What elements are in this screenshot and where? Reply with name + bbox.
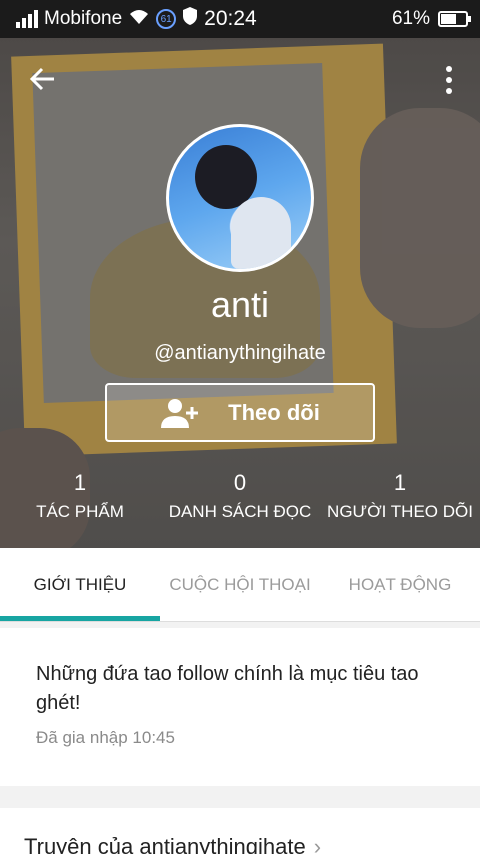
battery-icon — [438, 11, 471, 27]
stat-reading-lists[interactable]: 0 DANH SÁCH ĐỌC — [160, 470, 320, 522]
person-plus-icon — [160, 397, 200, 429]
status-bar: Mobifone 61 20:24 61% — [0, 0, 480, 38]
joined-date: Đã gia nhập 10:45 — [36, 728, 175, 747]
profile-tabs: GIỚI THIỆU CUỘC HỘI THOẠI HOẠT ĐỘNG — [0, 548, 480, 622]
stat-followers[interactable]: 1 NGƯỜI THEO DÕI — [320, 470, 480, 522]
stories-section-header[interactable]: Truyện của antianythingihate › — [0, 808, 480, 854]
profile-handle: @antianythingihate — [154, 342, 326, 364]
avatar[interactable] — [166, 124, 314, 272]
stories-heading: Truyện của antianythingihate — [24, 834, 306, 854]
tab-about[interactable]: GIỚI THIỆU — [0, 548, 160, 621]
clock: 20:24 — [204, 7, 257, 30]
follow-button[interactable]: Theo dõi — [105, 383, 375, 442]
signal-icon — [16, 10, 38, 28]
notification-badge: 61 — [156, 9, 177, 29]
follow-label: Theo dõi — [228, 399, 320, 425]
profile-username: anti — [210, 284, 270, 325]
back-arrow-icon[interactable] — [28, 64, 58, 94]
tab-conversations[interactable]: CUỘC HỘI THOẠI — [160, 548, 320, 621]
about-card: Những đứa tao follow chính là mục tiêu t… — [0, 628, 480, 786]
chevron-right-icon: › — [313, 834, 322, 854]
profile-description: Những đứa tao follow chính là mục tiêu t… — [36, 663, 419, 714]
tab-activity[interactable]: HOẠT ĐỘNG — [320, 548, 480, 621]
shield-icon — [182, 6, 198, 32]
more-vert-icon[interactable] — [444, 66, 454, 94]
battery-percent: 61% — [391, 8, 430, 29]
carrier-name: Mobifone — [44, 8, 123, 29]
wifi-icon — [128, 8, 150, 31]
profile-stats: 1 TÁC PHẨM 0 DANH SÁCH ĐỌC 1 NGƯỜI THEO … — [0, 470, 480, 522]
stat-works[interactable]: 1 TÁC PHẨM — [0, 470, 160, 522]
